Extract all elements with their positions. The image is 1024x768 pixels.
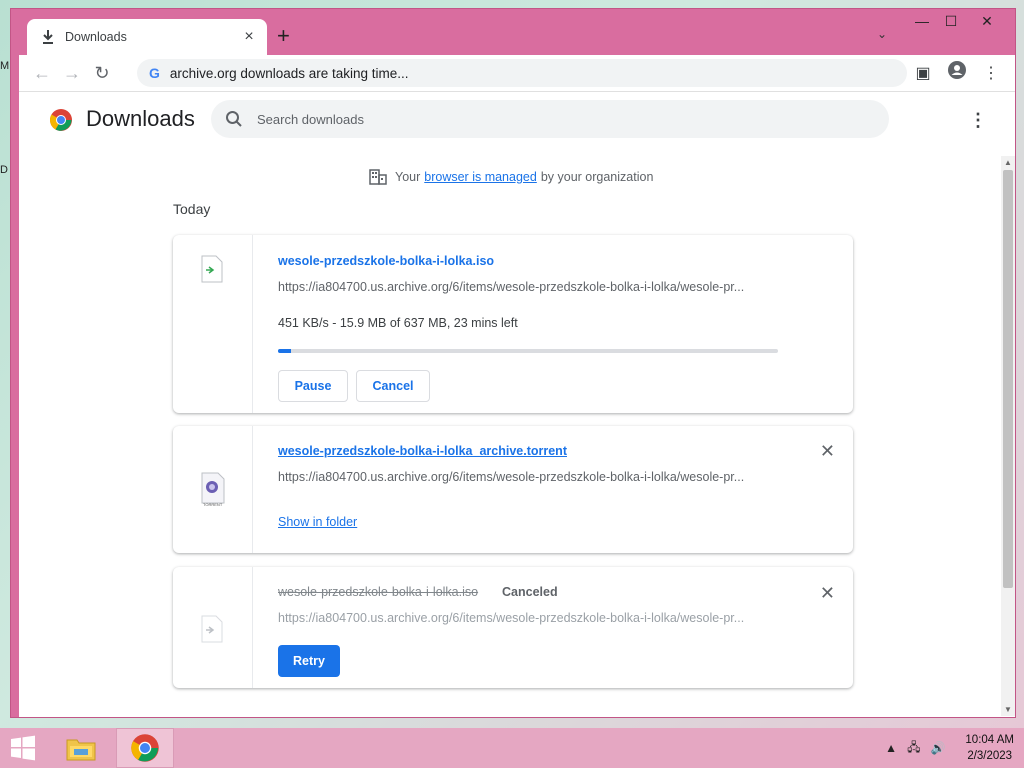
scrollbar[interactable]: ▲ ▼: [1001, 156, 1015, 716]
clock-date: 2/3/2023: [967, 750, 1013, 762]
progress-bar-fill: [278, 349, 291, 353]
folder-icon: [66, 739, 96, 761]
source-url: https://ia804700.us.archive.org/6/items/…: [278, 280, 745, 294]
more-actions-icon[interactable]: ⋮: [969, 110, 987, 131]
windows-icon: [11, 735, 35, 761]
filename: wesole-przedszkole-bolka-i-lolka.iso: [278, 585, 479, 599]
volume-icon[interactable]: 🔊: [930, 741, 945, 755]
chrome-icon: [131, 734, 159, 762]
search-input[interactable]: [257, 111, 837, 127]
minimize-button[interactable]: —: [908, 13, 936, 29]
forward-icon[interactable]: →: [57, 63, 87, 84]
address-bar[interactable]: G archive.org downloads are taking time.…: [137, 59, 907, 87]
download-item: wesole-przedszkole-bolka-i-lolka.iso Can…: [173, 567, 853, 688]
back-icon[interactable]: ←: [27, 63, 57, 84]
source-url: https://ia804700.us.archive.org/6/items/…: [278, 470, 745, 484]
progress-text: 451 KB/s - 15.9 MB of 637 MB, 23 mins le…: [278, 316, 518, 330]
managed-text: by your organization: [540, 170, 654, 184]
browser-toolbar: ← → ↻ G archive.org downloads are taking…: [19, 55, 1015, 91]
close-window-button[interactable]: ✕: [973, 13, 1001, 30]
close-tab-icon[interactable]: ×: [241, 28, 257, 46]
tab-search-icon[interactable]: ⌄: [877, 27, 887, 41]
status-badge: Canceled: [502, 585, 558, 599]
building-icon: [369, 169, 387, 185]
scroll-down-icon[interactable]: ▼: [1003, 705, 1013, 714]
title-bar: Downloads × + ⌄ — ☐ ✕: [11, 9, 1015, 55]
progress-bar: [278, 349, 778, 353]
tab-downloads[interactable]: Downloads ×: [27, 19, 267, 55]
pause-button[interactable]: Pause: [278, 370, 348, 402]
search-downloads[interactable]: [211, 100, 889, 138]
downloads-page: Downloads ⋮ Your browser is managed by y…: [19, 91, 1015, 717]
chrome-logo-icon: [50, 109, 72, 131]
torrent-icon-label: TORRENT: [203, 502, 223, 507]
reload-icon[interactable]: ↻: [87, 63, 117, 84]
chrome-taskbar-button[interactable]: [116, 728, 174, 768]
show-hidden-icons-icon[interactable]: ▲: [885, 741, 897, 755]
profile-icon[interactable]: [947, 61, 967, 84]
managed-link[interactable]: browser is managed: [424, 170, 537, 184]
page-title: Downloads: [86, 106, 195, 131]
download-item: TORRENT wesole-przedszkole-bolka-i-lolka…: [173, 426, 853, 553]
remove-item-icon[interactable]: ✕: [820, 583, 835, 604]
desktop-fragment: D: [0, 164, 8, 176]
filename-link[interactable]: wesole-przedszkole-bolka-i-lolka_archive…: [278, 444, 567, 458]
network-icon[interactable]: 🖧: [907, 738, 920, 759]
side-panel-icon[interactable]: ▣: [913, 63, 933, 83]
clock[interactable]: 10:04 AM 2/3/2023: [965, 732, 1014, 764]
browser-window: Downloads × + ⌄ — ☐ ✕ ← → ↻ G archive.or…: [10, 8, 1016, 718]
taskbar: ▲ 🖧 🔊 10:04 AM 2/3/2023: [0, 728, 1024, 768]
desktop-fragment: M: [0, 60, 10, 72]
remove-item-icon[interactable]: ✕: [820, 441, 835, 462]
download-icon: [43, 30, 53, 44]
download-item: wesole-przedszkole-bolka-i-lolka.iso htt…: [173, 235, 853, 413]
filename[interactable]: wesole-przedszkole-bolka-i-lolka.iso: [278, 254, 494, 268]
menu-icon[interactable]: ⋮: [981, 63, 1001, 83]
file-icon: [201, 255, 223, 283]
show-in-folder-link[interactable]: Show in folder: [278, 515, 357, 529]
address-text[interactable]: archive.org downloads are taking time...: [170, 66, 409, 81]
downloads-header: Downloads ⋮: [19, 92, 1015, 148]
clock-time: 10:04 AM: [965, 734, 1014, 746]
managed-notice: Your browser is managed by your organiza…: [369, 169, 653, 185]
maximize-button[interactable]: ☐: [937, 13, 965, 30]
start-button[interactable]: [0, 728, 46, 768]
search-icon: [226, 111, 242, 127]
file-explorer-button[interactable]: [52, 728, 110, 768]
cancel-button[interactable]: Cancel: [356, 370, 430, 402]
scroll-up-icon[interactable]: ▲: [1003, 158, 1013, 167]
retry-button[interactable]: Retry: [278, 645, 340, 677]
system-tray: ▲ 🖧 🔊 10:04 AM 2/3/2023: [885, 728, 1014, 768]
managed-text: Your: [395, 170, 421, 184]
new-tab-button[interactable]: +: [277, 23, 290, 49]
file-icon: [201, 615, 223, 643]
section-heading: Today: [173, 201, 211, 217]
scrollbar-thumb[interactable]: [1003, 170, 1013, 588]
google-icon: G: [149, 65, 160, 81]
source-url: https://ia804700.us.archive.org/6/items/…: [278, 611, 745, 625]
tab-title: Downloads: [65, 30, 127, 44]
torrent-file-icon: [201, 472, 225, 504]
